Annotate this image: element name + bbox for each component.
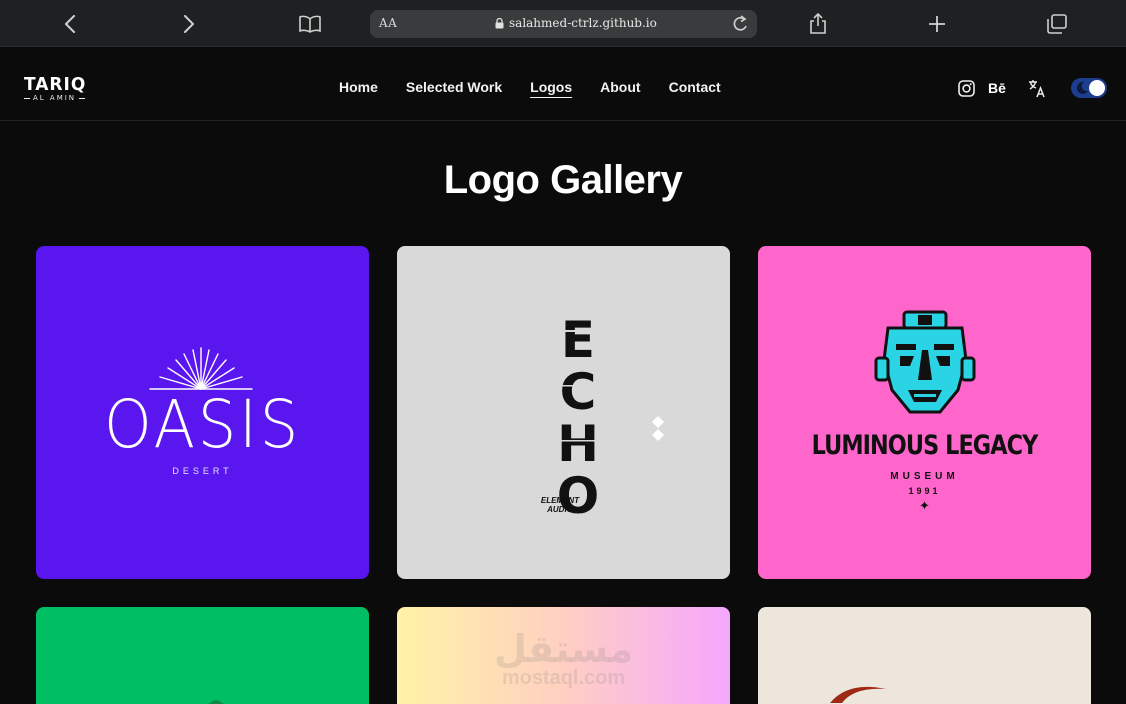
glitch-lines-icon bbox=[537, 330, 597, 470]
nav-home[interactable]: Home bbox=[339, 79, 378, 95]
address-bar[interactable]: AA salahmed-ctrlz.github.io bbox=[370, 10, 757, 38]
share-button[interactable] bbox=[803, 9, 833, 39]
plus-icon bbox=[929, 16, 945, 32]
luminous-wordmark: LUMINOUS LEGACY bbox=[811, 430, 1039, 461]
logo-card-6[interactable] bbox=[758, 607, 1091, 704]
toggle-knob bbox=[1089, 80, 1105, 96]
reload-button[interactable] bbox=[731, 13, 751, 35]
logo-card-echo[interactable]: ECHO ELEMENT AUDIO bbox=[397, 246, 730, 579]
logo-card-luminous-legacy[interactable]: LUMINOUS LEGACY MUSEUM 1991 ✦ bbox=[758, 246, 1091, 579]
site-logo[interactable]: TARIQ AL AMIN bbox=[24, 74, 87, 102]
echo-subtitle: ELEMENT AUDIO bbox=[525, 496, 595, 514]
tabs-button[interactable] bbox=[1042, 9, 1072, 39]
chevron-right-icon bbox=[184, 15, 195, 33]
luminous-subtitle: MUSEUM bbox=[890, 471, 959, 482]
nav-about[interactable]: About bbox=[600, 79, 640, 95]
nav-selected-work[interactable]: Selected Work bbox=[406, 79, 502, 95]
oasis-wordmark: OASIS bbox=[103, 386, 302, 463]
book-icon bbox=[299, 15, 321, 33]
browser-toolbar: AA salahmed-ctrlz.github.io bbox=[0, 0, 1126, 47]
watermark-latin: mostaql.com bbox=[501, 667, 626, 689]
translate-icon[interactable] bbox=[1028, 79, 1047, 103]
bookmarks-button[interactable] bbox=[295, 9, 325, 39]
nav-contact[interactable]: Contact bbox=[669, 79, 721, 95]
tabs-icon bbox=[1047, 14, 1067, 34]
moon-icon bbox=[1075, 81, 1089, 100]
nav-logos[interactable]: Logos bbox=[530, 79, 572, 95]
url-label: salahmed-ctrlz.github.io bbox=[509, 16, 657, 30]
theme-toggle[interactable] bbox=[1071, 78, 1107, 98]
text-size-button[interactable]: AA bbox=[379, 16, 397, 30]
oasis-subtitle: DESERT bbox=[172, 466, 233, 476]
lock-icon bbox=[495, 17, 504, 28]
main-nav: Home Selected Work Logos About Contact bbox=[339, 79, 721, 95]
echo-sub-line2: AUDIO bbox=[547, 505, 573, 514]
diamond-icon bbox=[652, 416, 664, 441]
logo-card-5[interactable]: مستقل mostaql.com bbox=[397, 607, 730, 704]
site-header: TARIQ AL AMIN Home Selected Work Logos A… bbox=[0, 48, 1126, 121]
logo-main: TARIQ bbox=[24, 74, 87, 96]
crescent-icon bbox=[830, 686, 886, 703]
new-tab-button[interactable] bbox=[922, 9, 952, 39]
mask-icon bbox=[874, 310, 976, 414]
logo-card-4[interactable] bbox=[36, 607, 369, 704]
page-title: Logo Gallery bbox=[443, 158, 683, 202]
watermark-arabic: مستقل bbox=[494, 629, 633, 671]
back-button[interactable] bbox=[55, 9, 85, 39]
url-text: salahmed-ctrlz.github.io bbox=[495, 16, 657, 30]
chevron-left-icon bbox=[64, 15, 75, 33]
forward-button[interactable] bbox=[174, 9, 204, 39]
luminous-year: 1991 bbox=[908, 486, 941, 496]
behance-icon[interactable]: Bē bbox=[988, 80, 1006, 96]
echo-sub-line1: ELEMENT bbox=[540, 496, 580, 505]
reload-icon bbox=[733, 15, 747, 31]
instagram-icon[interactable] bbox=[958, 80, 975, 102]
star-icon: ✦ bbox=[919, 498, 930, 513]
logo-card-oasis[interactable]: OASIS DESERT bbox=[36, 246, 369, 579]
share-icon bbox=[810, 13, 826, 34]
leaf-icon bbox=[208, 700, 224, 704]
